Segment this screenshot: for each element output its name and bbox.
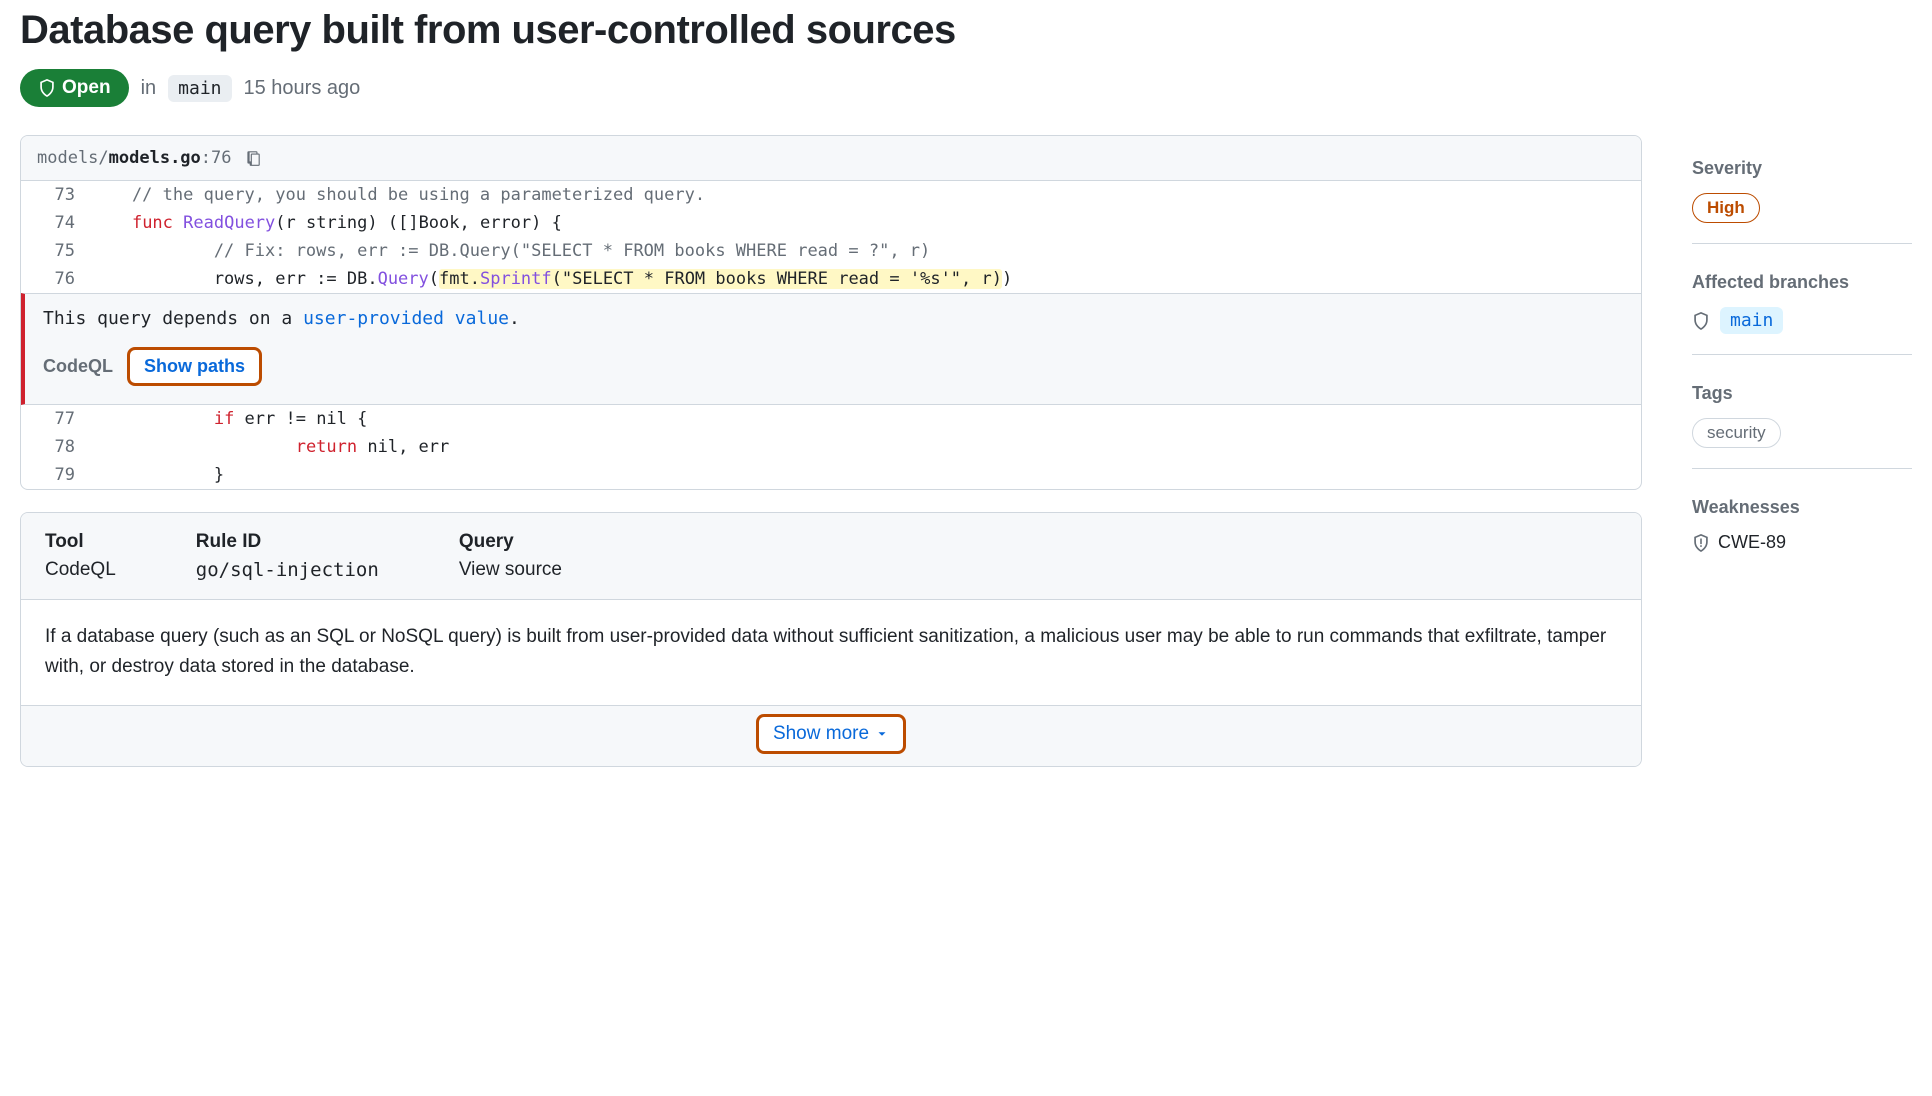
- code-line: 75 // Fix: rows, err := DB.Query("SELECT…: [21, 237, 1641, 265]
- alert-box: This query depends on a user-provided va…: [21, 293, 1641, 405]
- weaknesses-section: Weaknesses CWE-89: [1692, 497, 1912, 573]
- cwe-link[interactable]: CWE-89: [1718, 532, 1786, 553]
- details-header: Tool CodeQL Rule ID go/sql-injection Que…: [21, 513, 1641, 600]
- code-line: 74 func ReadQuery(r string) ([]Book, err…: [21, 209, 1641, 237]
- severity-badge: High: [1692, 193, 1760, 223]
- code-path-header: models/models.go:76: [21, 136, 1641, 181]
- alert-message: This query depends on a user-provided va…: [43, 308, 1623, 329]
- code-body-lower: 77 if err != nil { 78 return nil, err 79…: [21, 405, 1641, 489]
- details-card: Tool CodeQL Rule ID go/sql-injection Que…: [20, 512, 1642, 767]
- file-path[interactable]: models/models.go:76: [37, 148, 232, 168]
- details-tool: Tool CodeQL: [45, 531, 116, 581]
- view-source-link[interactable]: View source: [459, 559, 562, 581]
- tool-label: CodeQL: [43, 356, 113, 377]
- affected-branch-pill[interactable]: main: [1720, 307, 1783, 334]
- state-text: Open: [62, 77, 111, 99]
- shield-alert-icon: [1692, 534, 1710, 552]
- tag-security[interactable]: security: [1692, 418, 1781, 448]
- code-body: 73 // the query, you should be using a p…: [21, 181, 1641, 293]
- alert-meta: Open in main 15 hours ago: [20, 69, 1642, 107]
- code-line: 78 return nil, err: [21, 433, 1641, 461]
- branch-pill[interactable]: main: [168, 75, 231, 102]
- affected-branches-section: Affected branches main: [1692, 272, 1912, 355]
- copy-icon[interactable]: [244, 149, 262, 167]
- severity-section: Severity High: [1692, 158, 1912, 244]
- show-more-button[interactable]: Show more: [756, 714, 906, 754]
- chevron-down-icon: [875, 727, 889, 741]
- code-line: 73 // the query, you should be using a p…: [21, 181, 1641, 209]
- code-line: 76 rows, err := DB.Query(fmt.Sprintf("SE…: [21, 265, 1641, 293]
- code-card: models/models.go:76 73 // the query, you…: [20, 135, 1642, 490]
- tags-section: Tags security: [1692, 383, 1912, 469]
- show-paths-button[interactable]: Show paths: [127, 347, 262, 386]
- shield-icon: [38, 79, 56, 97]
- sidebar: Severity High Affected branches main Tag…: [1692, 8, 1912, 767]
- alert-footer: CodeQL Show paths: [43, 347, 1623, 386]
- shield-icon: [1692, 312, 1710, 330]
- in-label: in: [141, 77, 157, 100]
- state-badge-open: Open: [20, 69, 129, 107]
- user-value-link[interactable]: user-provided value: [303, 308, 509, 329]
- details-footer: Show more: [21, 705, 1641, 766]
- code-line: 79 }: [21, 461, 1641, 489]
- age-text: 15 hours ago: [244, 77, 361, 100]
- details-description: If a database query (such as an SQL or N…: [21, 600, 1641, 705]
- code-line: 77 if err != nil {: [21, 405, 1641, 433]
- alert-title: Database query built from user-controlle…: [20, 8, 1642, 53]
- details-rule: Rule ID go/sql-injection: [196, 531, 379, 581]
- details-query: Query View source: [459, 531, 562, 581]
